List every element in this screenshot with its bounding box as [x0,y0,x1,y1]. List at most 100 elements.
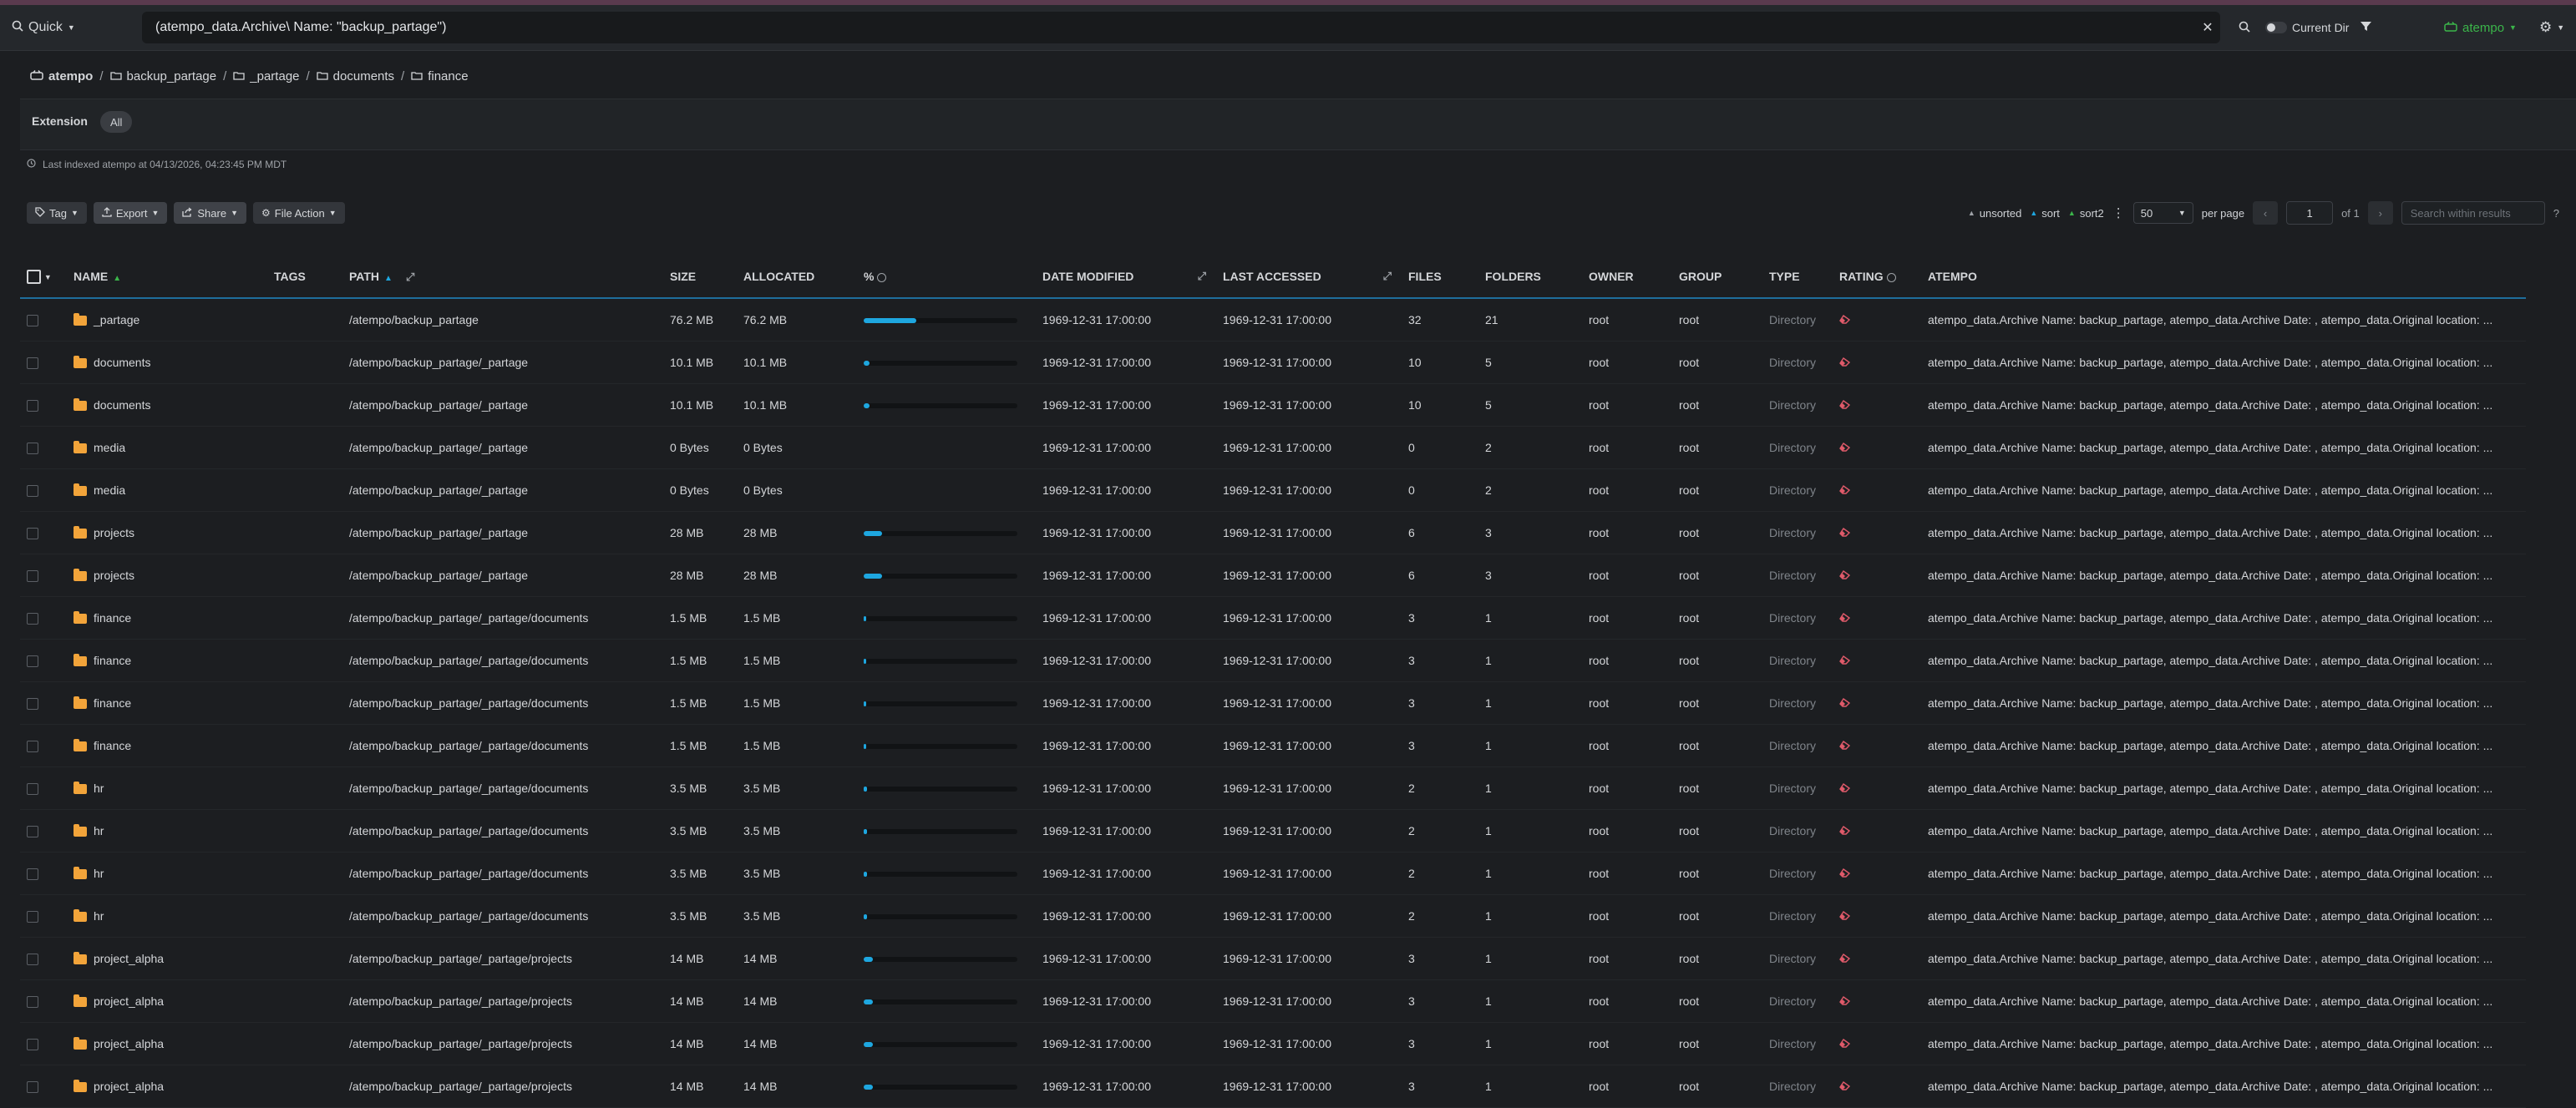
file-name[interactable]: documents [94,356,150,369]
per-page-select[interactable]: 50 ▼ [2132,202,2193,224]
row-select-cell[interactable] [20,852,67,895]
table-row[interactable]: _partage/atempo/backup_partage 76.2 MB 76.… [20,298,2526,342]
row-select-cell[interactable] [20,426,67,469]
toggle-switch[interactable] [2265,22,2287,33]
row-select-cell[interactable] [20,1065,67,1108]
row-checkbox[interactable] [27,783,38,796]
path-cell[interactable]: /atempo/backup_partage/_partage/document… [342,596,663,640]
path-cell[interactable]: /atempo/backup_partage/_partage/document… [342,809,663,853]
table-row[interactable]: hr/atempo/backup_partage/_partage/docume… [20,766,2526,810]
column-header-allocated[interactable]: Allocated [737,255,857,299]
rating-cell[interactable] [1833,341,1921,384]
row-select-cell[interactable] [20,639,67,682]
breadcrumb-item[interactable]: finance [411,69,469,83]
row-checkbox[interactable] [27,954,38,966]
table-row[interactable]: documents/atempo/backup_partage/_partage… [20,341,2526,384]
page-number-input[interactable]: 1 [2286,201,2334,225]
path-cell[interactable]: /atempo/backup_partage/_partage [342,383,663,427]
clear-search-icon[interactable]: ✕ [2195,19,2220,36]
column-header-path[interactable]: Path ▲ ⤢ [342,255,663,299]
name-cell[interactable]: project_alpha [67,979,267,1023]
column-header-owner[interactable]: Owner [1582,255,1672,299]
column-header-rating[interactable]: Rating [1833,255,1921,299]
breadcrumb-item[interactable]: backup_partage [109,69,216,83]
table-row[interactable]: project_alpha/atempo/backup_partage/_par… [20,979,2526,1023]
path-cell[interactable]: /atempo/backup_partage/_partage/document… [342,639,663,682]
table-row[interactable]: hr/atempo/backup_partage/_partage/docume… [20,809,2526,853]
table-row[interactable]: project_alpha/atempo/backup_partage/_par… [20,1065,2526,1108]
rating-cell[interactable] [1833,426,1921,469]
eraser-icon[interactable] [1839,655,1851,667]
row-checkbox[interactable] [27,826,38,838]
name-cell[interactable]: finance [67,681,267,725]
row-checkbox[interactable] [27,528,38,540]
select-all-header[interactable]: ▼ [20,255,67,299]
rating-cell[interactable] [1833,1022,1921,1065]
file-name[interactable]: documents [94,398,150,412]
file-name[interactable]: finance [94,654,131,667]
rating-cell[interactable] [1833,979,1921,1023]
breadcrumb-root[interactable]: atempo [30,69,93,83]
eraser-icon[interactable] [1839,953,1851,965]
eraser-icon[interactable] [1839,782,1851,795]
table-row[interactable]: finance/atempo/backup_partage/_partage/d… [20,596,2526,640]
path-cell[interactable]: /atempo/backup_partage/_partage [342,426,663,469]
select-all-checkbox[interactable] [27,269,41,284]
eraser-icon[interactable] [1839,314,1851,326]
name-cell[interactable]: projects [67,511,267,554]
row-select-cell[interactable] [20,1022,67,1065]
path-cell[interactable]: /atempo/backup_partage/_partage/projects [342,979,663,1023]
row-checkbox[interactable] [27,315,38,327]
current-dir-toggle[interactable]: Current Dir [2265,13,2349,42]
table-row[interactable]: finance/atempo/backup_partage/_partage/d… [20,639,2526,682]
eraser-icon[interactable] [1839,740,1851,752]
table-row[interactable]: media/atempo/backup_partage/_partage 0 By… [20,426,2526,469]
name-cell[interactable]: project_alpha [67,937,267,980]
eraser-icon[interactable] [1839,825,1851,837]
help-icon[interactable]: ? [2553,207,2559,220]
eraser-icon[interactable] [1839,1080,1851,1093]
file-name[interactable]: project_alpha [94,1080,164,1093]
table-row[interactable]: finance/atempo/backup_partage/_partage/d… [20,681,2526,725]
rating-cell[interactable] [1833,596,1921,640]
table-row[interactable]: project_alpha/atempo/backup_partage/_par… [20,937,2526,980]
rating-cell[interactable] [1833,766,1921,810]
eraser-icon[interactable] [1839,910,1851,923]
file-name[interactable]: hr [94,824,104,837]
file-action-button[interactable]: ⚙ File Action ▼ [253,202,345,224]
file-name[interactable]: finance [94,739,131,752]
eraser-icon[interactable] [1839,484,1851,497]
eraser-icon[interactable] [1839,995,1851,1008]
share-button[interactable]: Share ▼ [174,202,247,224]
row-select-cell[interactable] [20,511,67,554]
column-header-tags[interactable]: Tags [267,255,342,299]
name-cell[interactable]: documents [67,383,267,427]
name-cell[interactable]: media [67,468,267,512]
next-page-button[interactable]: › [2367,201,2393,225]
name-cell[interactable]: finance [67,596,267,640]
file-name[interactable]: project_alpha [94,994,164,1008]
row-checkbox[interactable] [27,868,38,881]
name-cell[interactable]: media [67,426,267,469]
name-cell[interactable]: finance [67,724,267,767]
rating-cell[interactable] [1833,894,1921,938]
row-select-cell[interactable] [20,298,67,342]
row-select-cell[interactable] [20,383,67,427]
row-checkbox[interactable] [27,655,38,668]
table-row[interactable]: documents/atempo/backup_partage/_partage… [20,383,2526,427]
table-row[interactable]: projects/atempo/backup_partage/_partage 2… [20,554,2526,597]
eraser-icon[interactable] [1839,399,1851,412]
row-checkbox[interactable] [27,698,38,711]
name-cell[interactable]: hr [67,809,267,853]
settings-menu[interactable]: ⚙ ▼ [2539,13,2564,42]
path-cell[interactable]: /atempo/backup_partage/_partage [342,341,663,384]
rating-cell[interactable] [1833,852,1921,895]
name-cell[interactable]: hr [67,852,267,895]
row-select-cell[interactable] [20,681,67,725]
name-cell[interactable]: project_alpha [67,1022,267,1065]
row-select-cell[interactable] [20,766,67,810]
row-select-cell[interactable] [20,894,67,938]
search-within-results-input[interactable]: Search within results [2401,201,2545,225]
column-header-atempo[interactable]: Atempo [1921,255,2526,299]
expand-column-icon[interactable]: ⤢ [1383,270,1392,283]
